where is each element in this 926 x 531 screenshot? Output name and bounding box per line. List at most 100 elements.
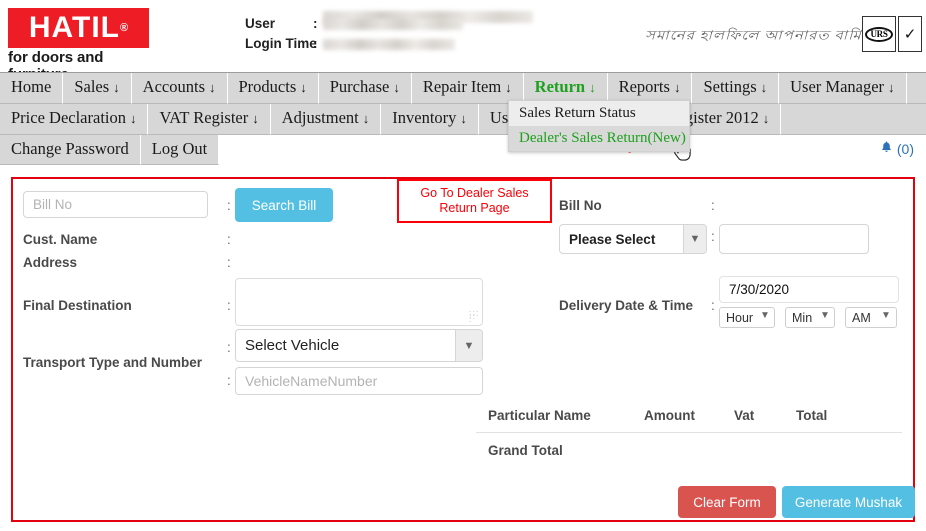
- final-destination-label: Final Destination: [23, 298, 132, 313]
- nav-filler: [781, 104, 926, 135]
- user-label: User: [245, 16, 276, 31]
- nav-row-3: Change Password Log Out: [0, 135, 926, 165]
- final-destination-colon: :: [227, 298, 231, 313]
- nav-item-products[interactable]: Products ↓: [227, 73, 319, 104]
- bell-icon[interactable]: [880, 140, 893, 157]
- generate-mushak-button[interactable]: Generate Mushak: [782, 486, 915, 518]
- clear-form-button[interactable]: Clear Form: [678, 486, 776, 518]
- bill-no-text-input[interactable]: [719, 224, 869, 254]
- nav-item-label: Accounts: [142, 77, 205, 96]
- right-bill-no-label: Bill No: [559, 198, 602, 213]
- table-header-total: Total: [796, 407, 828, 423]
- bill-no-input[interactable]: [23, 191, 208, 218]
- user-colon: :: [313, 16, 318, 31]
- delivery-date-time-label: Delivery Date & Time: [559, 298, 694, 313]
- user-name-redacted: [323, 18, 463, 30]
- page-header: HATIL® for doors and furniture User: Log…: [0, 0, 926, 83]
- main-navigation: Home Sales ↓ Accounts ↓ Products ↓ Purchase ↓ Rep…: [0, 72, 926, 165]
- transport-colon-2: :: [227, 373, 231, 388]
- nav-item-label: Price Declaration: [11, 108, 126, 127]
- nav-item-label: Sales: [74, 77, 110, 96]
- nav-item-user-manager[interactable]: User Manager ↓: [779, 73, 907, 104]
- nav-item-purchase[interactable]: Purchase ↓: [318, 73, 412, 104]
- nav-item-label: Settings: [703, 77, 757, 96]
- login-time-row: Login Time:: [245, 34, 463, 54]
- transport-type-label: Transport Type and Number: [23, 355, 203, 370]
- nav-item-label: Inventory: [392, 108, 457, 127]
- search-bill-button[interactable]: Search Bill: [235, 188, 333, 222]
- chevron-down-icon: ↓: [209, 80, 216, 95]
- table-header-vat: Vat: [734, 407, 755, 423]
- nav-item-accounts[interactable]: Accounts ↓: [131, 73, 228, 104]
- nav-item-change-password[interactable]: Change Password: [0, 135, 141, 165]
- dealer-sales-return-form: : Search Bill Cust. Name : Address : Fin…: [11, 177, 915, 522]
- dropdown-item-dealer-s-sales-return-new[interactable]: Dealer's Sales Return(New): [509, 126, 689, 151]
- nav-item-price-declaration[interactable]: Price Declaration ↓: [0, 104, 149, 135]
- nav-item-label: Log Out: [151, 139, 208, 158]
- delivery-colon: :: [711, 298, 715, 313]
- chevron-down-icon: ↓: [362, 111, 370, 126]
- urs-certification-logo: URS: [862, 16, 896, 52]
- chevron-down-icon: ↓: [888, 80, 895, 95]
- nav-filler: [906, 73, 926, 104]
- bengali-slogan: সমানের হালফিলে আপনারত বার্মি: [645, 29, 862, 43]
- particulars-table: Particular Name Amount Vat Total Grand Tota…: [476, 398, 902, 468]
- chevron-down-icon: ↓: [505, 80, 512, 95]
- address-colon: :: [227, 255, 231, 270]
- notification-count: (0): [896, 140, 914, 157]
- annotation-line-2: Return Page: [439, 201, 510, 215]
- grand-total-label: Grand Total: [488, 443, 563, 458]
- return-dropdown-menu[interactable]: Sales Return Status Dealer's Sales Return…: [508, 100, 690, 152]
- table-header-amount: Amount: [644, 407, 695, 423]
- nav-item-vat-register[interactable]: VAT Register ↓: [148, 104, 271, 135]
- nav-item-label: VAT Register: [159, 108, 249, 127]
- nav-item-label: Reports: [618, 77, 670, 96]
- table-header-row: Particular Name Amount Vat Total: [476, 398, 902, 433]
- chevron-down-icon: ↓: [460, 111, 467, 126]
- nav-item-adjustment[interactable]: Adjustment ↓: [270, 104, 382, 135]
- login-time-label: Login Time: [245, 36, 317, 51]
- vehicle-name-number-input[interactable]: [235, 367, 483, 395]
- nav-item-repair-item[interactable]: Repair Item ↓: [411, 73, 524, 104]
- app-page: HATIL® for doors and furniture User: Log…: [0, 0, 926, 531]
- chevron-down-icon: ↓: [393, 80, 400, 95]
- right-bill-no-colon: :: [711, 198, 715, 213]
- logo-text: HATIL: [28, 11, 120, 44]
- delivery-date-input[interactable]: [719, 276, 899, 303]
- nav-item-label: Return: [534, 77, 586, 96]
- nav-item-label: User Manager: [790, 77, 885, 96]
- chevron-down-icon: ↓: [589, 80, 596, 95]
- dropdown-item-sales-return-status[interactable]: Sales Return Status: [509, 101, 689, 126]
- chevron-down-icon: ↓: [673, 80, 681, 95]
- nav-item-label: Home: [11, 77, 52, 96]
- nav-item-home[interactable]: Home: [0, 73, 64, 104]
- grand-total-row: Grand Total: [476, 433, 902, 468]
- chevron-down-icon: ↓: [129, 111, 137, 126]
- select-vehicle-dropdown[interactable]: Select Vehicle: [235, 329, 483, 362]
- bill-please-select-dropdown[interactable]: Please Select: [559, 224, 707, 254]
- nav-row-1: Home Sales ↓ Accounts ↓ Products ↓ Purchase ↓ Rep…: [0, 72, 926, 104]
- notification-area[interactable]: (0): [880, 140, 914, 157]
- annotation-callout: Go To Dealer Sales Return Page: [397, 179, 552, 223]
- urs-logo-text: URS: [865, 26, 893, 42]
- checkmark-icon: ✓: [903, 25, 917, 43]
- table-header-particular-name: Particular Name: [488, 407, 591, 423]
- nav-item-inventory[interactable]: Inventory ↓: [381, 104, 479, 135]
- annotation-line-1: Go To Dealer Sales: [420, 186, 529, 200]
- minute-dropdown[interactable]: Min: [785, 307, 835, 328]
- final-destination-textarea[interactable]: [235, 278, 483, 326]
- registered-mark-icon: ®: [119, 22, 129, 34]
- chevron-down-icon: ↓: [113, 80, 120, 95]
- nav-item-label: Change Password: [11, 139, 129, 158]
- chevron-down-icon: ↓: [300, 80, 307, 95]
- login-time-colon: :: [313, 36, 318, 51]
- nav-item-settings[interactable]: Settings ↓: [692, 73, 780, 104]
- bill-select-colon: :: [711, 229, 715, 244]
- nav-item-sales[interactable]: Sales ↓: [63, 73, 132, 104]
- nav-item-log-out[interactable]: Log Out: [140, 135, 220, 165]
- hour-dropdown[interactable]: Hour: [719, 307, 775, 328]
- hatil-logo: HATIL ®: [8, 8, 149, 48]
- bill-no-colon: :: [227, 198, 231, 213]
- nav-item-label: Products: [238, 77, 297, 96]
- ampm-dropdown[interactable]: AM: [845, 307, 897, 328]
